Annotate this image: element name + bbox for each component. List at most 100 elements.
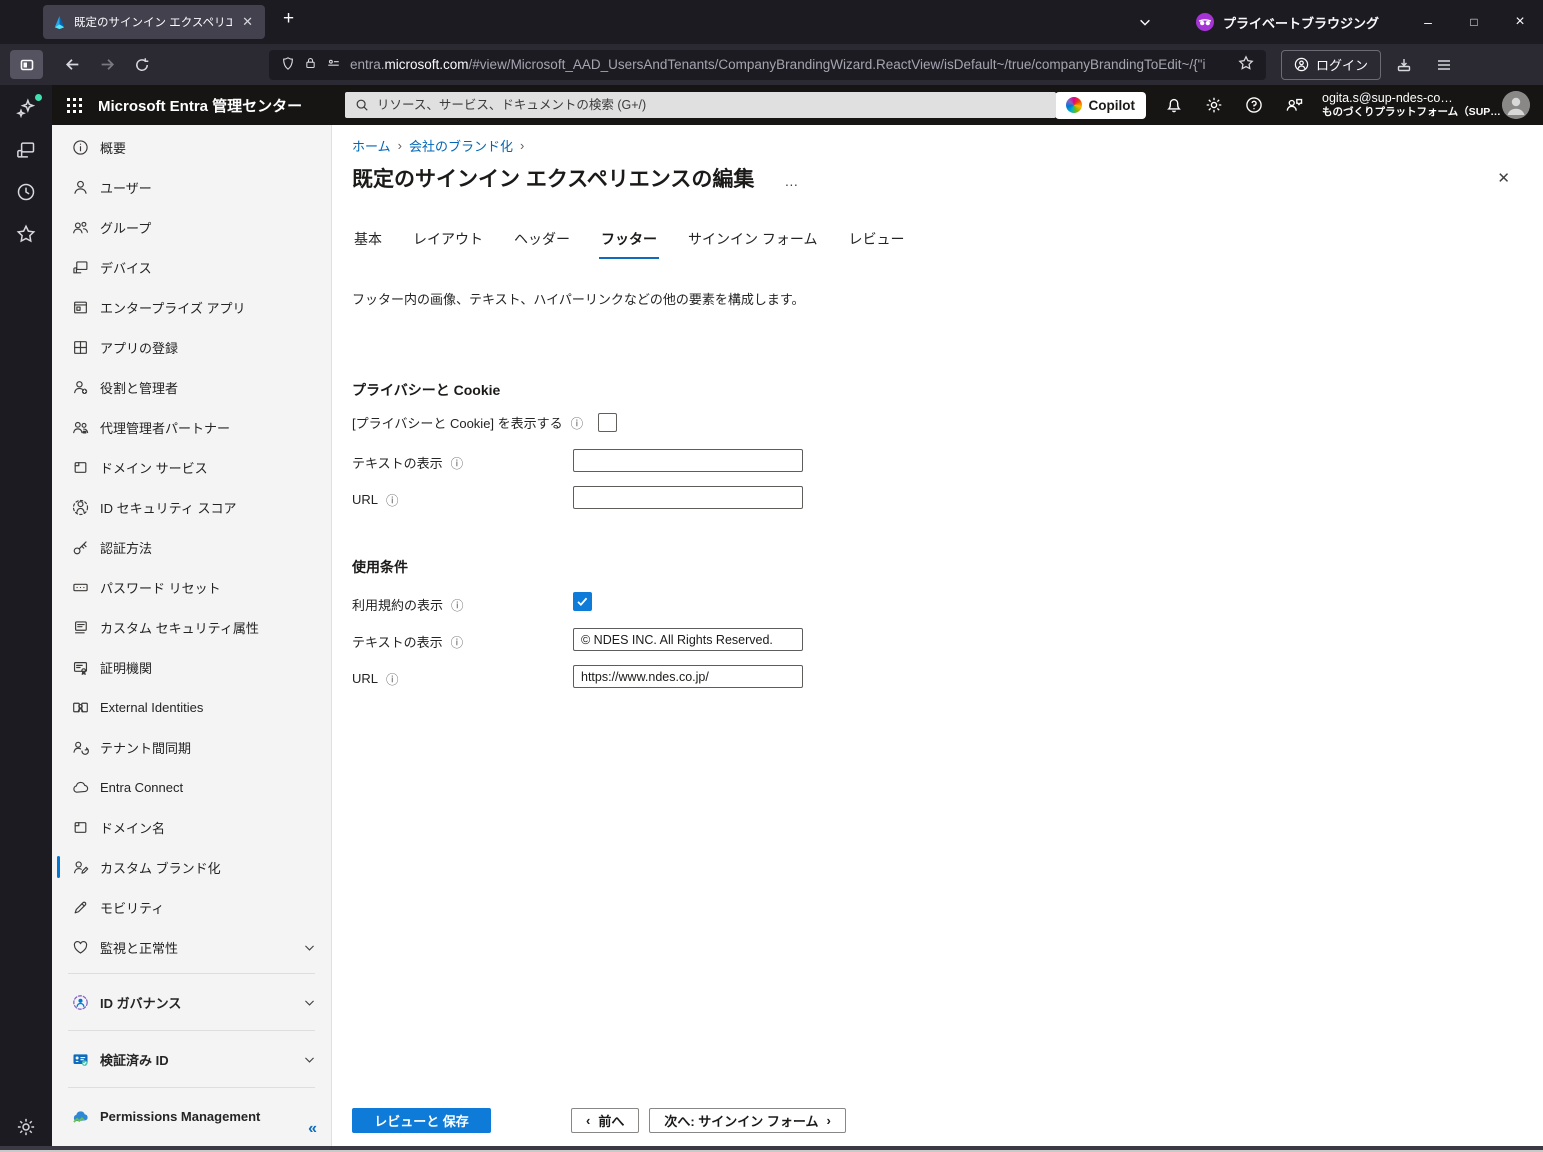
- privacy-url-input[interactable]: [573, 486, 803, 509]
- sidebar-item-mobility[interactable]: モビリティ: [52, 887, 331, 927]
- tab-list-chevron-icon[interactable]: [1138, 15, 1152, 29]
- sidebar-item-label: Entra Connect: [100, 780, 183, 795]
- avatar[interactable]: [1502, 91, 1530, 119]
- sidebar-item-verified-id[interactable]: 検証済み ID: [52, 1037, 331, 1081]
- permissions-management-icon: [71, 1107, 89, 1125]
- search-input[interactable]: [377, 98, 1046, 112]
- terms-show-checkbox[interactable]: [573, 592, 592, 611]
- url-bar[interactable]: entra.microsoft.com/#view/Microsoft_AAD_…: [269, 50, 1266, 80]
- feedback-icon[interactable]: [1274, 85, 1314, 125]
- sidebar-item-label: 代理管理者パートナー: [100, 418, 230, 437]
- breadcrumb: ホーム›会社のブランド化›: [352, 136, 524, 155]
- window-close-button[interactable]: ×: [1497, 0, 1543, 44]
- waffle-menu-icon[interactable]: [52, 85, 96, 125]
- sidebar-item-devices[interactable]: デバイス: [52, 247, 331, 287]
- health-icon: [71, 938, 89, 956]
- import-data-icon[interactable]: [1387, 50, 1421, 80]
- info-icon[interactable]: ⓘ: [451, 632, 464, 651]
- sidebar-item-custom-security-attributes[interactable]: カスタム セキュリティ属性: [52, 607, 331, 647]
- sidebar-item-cross-tenant-sync[interactable]: テナント間同期: [52, 727, 331, 767]
- sidebar-item-delegated-admin-partners[interactable]: 代理管理者パートナー: [52, 407, 331, 447]
- breadcrumb-link[interactable]: ホーム: [352, 136, 391, 155]
- previous-label: 前へ: [598, 1111, 624, 1130]
- terms-text-input[interactable]: [573, 628, 803, 651]
- tab-signin-form[interactable]: サインイン フォーム: [686, 229, 819, 259]
- portal-sidebar: 概要ユーザーグループデバイスエンタープライズ アプリアプリの登録役割と管理者代理…: [52, 125, 332, 1146]
- hamburger-menu-icon[interactable]: [1427, 50, 1461, 80]
- bookmarks-star-icon[interactable]: [15, 223, 37, 245]
- copilot-button[interactable]: Copilot: [1055, 92, 1147, 119]
- tab-header[interactable]: ヘッダー: [512, 229, 572, 259]
- back-button[interactable]: [56, 50, 88, 79]
- lock-icon[interactable]: [304, 56, 317, 73]
- info-icon[interactable]: ⓘ: [451, 453, 464, 472]
- sidebar-item-entra-connect[interactable]: Entra Connect: [52, 767, 331, 807]
- sidebar-item-external-identities[interactable]: External Identities: [52, 687, 331, 727]
- privacy-section-heading: プライバシーと Cookie: [352, 380, 500, 400]
- breadcrumb-link[interactable]: 会社のブランド化: [409, 136, 513, 155]
- sidebar-item-label: 証明機関: [100, 658, 152, 677]
- sidebar-settings-gear-icon[interactable]: [15, 1116, 37, 1138]
- info-icon[interactable]: ⓘ: [386, 490, 399, 509]
- notifications-bell-icon[interactable]: [1154, 85, 1194, 125]
- settings-gear-icon[interactable]: [1194, 85, 1234, 125]
- help-icon[interactable]: [1234, 85, 1274, 125]
- bookmark-star-icon[interactable]: [1238, 55, 1254, 74]
- global-search[interactable]: [345, 92, 1056, 118]
- sidebar-item-domain-services[interactable]: ドメイン サービス: [52, 447, 331, 487]
- sidebar-collapse-icon[interactable]: «: [308, 1120, 317, 1138]
- tab-basics[interactable]: 基本: [352, 229, 384, 259]
- tracking-shield-icon[interactable]: [281, 56, 295, 74]
- permissions-icon[interactable]: [326, 56, 341, 73]
- close-pane-icon[interactable]: ✕: [1497, 169, 1510, 187]
- sidebar-item-password-reset[interactable]: パスワード リセット: [52, 567, 331, 607]
- next-button[interactable]: 次へ: サインイン フォーム ›: [649, 1108, 846, 1133]
- key-icon: [71, 538, 89, 556]
- tab-close-icon[interactable]: ✕: [239, 14, 256, 30]
- sidebar-item-roles-admins[interactable]: 役割と管理者: [52, 367, 331, 407]
- info-icon[interactable]: ⓘ: [571, 413, 584, 432]
- sidebar-item-id-secure-score[interactable]: ID セキュリティ スコア: [52, 487, 331, 527]
- sidebar-item-app-registrations[interactable]: アプリの登録: [52, 327, 331, 367]
- sidebar-item-custom-branding[interactable]: カスタム ブランド化: [52, 847, 331, 887]
- url-domain: microsoft.com: [385, 57, 469, 72]
- firefox-login-button[interactable]: ログイン: [1281, 50, 1381, 80]
- account-info[interactable]: ogita.s@sup-ndes-co… ものづくりプラットフォーム（SUP…: [1322, 90, 1492, 120]
- privacy-text-input[interactable]: [573, 449, 803, 472]
- info-icon[interactable]: ⓘ: [386, 669, 399, 688]
- sidebar-item-certificate-authorities[interactable]: 証明機関: [52, 647, 331, 687]
- ai-chatbot-icon[interactable]: [15, 97, 37, 119]
- sidebar-item-monitoring-health[interactable]: 監視と正常性: [52, 927, 331, 967]
- sidebar-divider: [68, 973, 315, 974]
- privacy-show-checkbox[interactable]: [598, 413, 617, 432]
- sidebar-item-auth-methods[interactable]: 認証方法: [52, 527, 331, 567]
- new-tab-button[interactable]: +: [283, 8, 294, 30]
- sidebar-item-domain-names[interactable]: ドメイン名: [52, 807, 331, 847]
- sidebar-item-id-governance[interactable]: ID ガバナンス: [52, 980, 331, 1024]
- sidebar-item-groups[interactable]: グループ: [52, 207, 331, 247]
- tab-footer[interactable]: フッター: [599, 229, 659, 259]
- sidebar-toggle-icon[interactable]: [10, 50, 43, 79]
- app-title[interactable]: Microsoft Entra 管理センター: [98, 95, 302, 116]
- sidebar-item-enterprise-apps[interactable]: エンタープライズ アプリ: [52, 287, 331, 327]
- forward-button[interactable]: [91, 50, 123, 79]
- sidebar-item-users[interactable]: ユーザー: [52, 167, 331, 207]
- browser-tab[interactable]: 既定のサインイン エクスペリエンスの ✕: [43, 5, 265, 39]
- sidebar-item-permissions-management[interactable]: Permissions Management: [52, 1094, 331, 1138]
- sidebar-divider: [68, 1087, 315, 1088]
- enterprise-apps-icon: [71, 298, 89, 316]
- window-maximize-button[interactable]: □: [1451, 0, 1497, 44]
- tab-layout[interactable]: レイアウト: [411, 229, 485, 259]
- info-icon[interactable]: ⓘ: [451, 595, 464, 614]
- more-options-icon[interactable]: …: [784, 173, 798, 189]
- review-save-button[interactable]: レビューと 保存: [352, 1108, 491, 1133]
- reload-button[interactable]: [126, 50, 158, 79]
- history-clock-icon[interactable]: [15, 181, 37, 203]
- window-minimize-button[interactable]: –: [1405, 0, 1451, 44]
- previous-button[interactable]: ‹ 前へ: [571, 1108, 639, 1133]
- terms-url-input[interactable]: [573, 665, 803, 688]
- app-registration-icon: [71, 338, 89, 356]
- tab-review[interactable]: レビュー: [846, 229, 906, 259]
- synced-tabs-icon[interactable]: [15, 139, 37, 161]
- sidebar-item-overview[interactable]: 概要: [52, 127, 331, 167]
